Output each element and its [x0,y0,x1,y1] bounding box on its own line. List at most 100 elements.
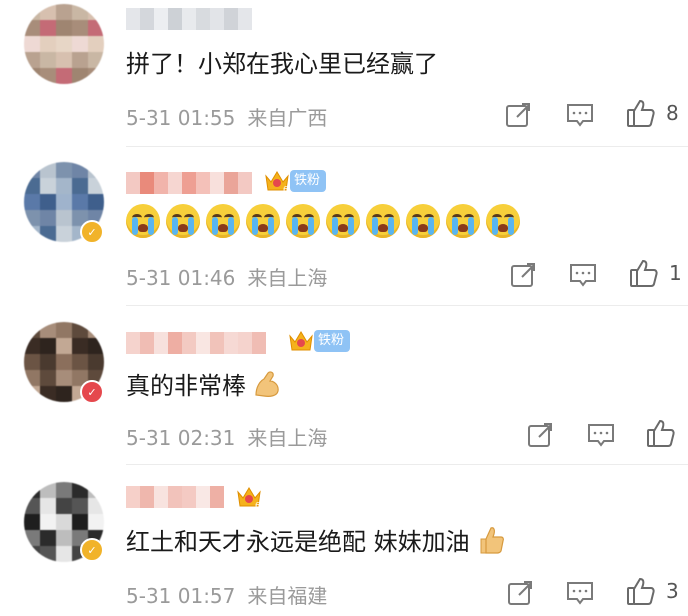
like-button[interactable]: 8 [626,99,679,127]
avatar-pixel [40,194,56,210]
avatar-pixel [72,354,88,370]
flexed-biceps-emoji [255,370,279,397]
avatar-pixel [72,68,88,84]
avatar-pixel [56,386,72,402]
username-blurred[interactable] [126,486,224,508]
thumbs-up-emoji [480,526,504,554]
comment-meta: 5-31 01:46 来自上海 [126,262,327,291]
username-pixel [126,172,140,194]
comment-time: 5-31 02:31 [126,426,236,450]
comment-button[interactable] [587,421,615,449]
avatar[interactable] [24,4,104,84]
avatar-pixel [24,36,40,52]
crown-icon: 6 [237,487,261,510]
username-pixel [140,332,154,354]
comment-icon [567,104,593,127]
crown-level: 6 [255,501,260,510]
avatar-pixel [40,482,56,498]
divider [126,464,688,465]
divider [126,305,688,306]
crying-face-emoji [286,204,320,238]
avatar-pixel [56,68,72,84]
like-count: 8 [666,101,679,125]
crying-face-emoji [126,204,160,238]
avatar-pixel [40,546,56,562]
username-pixel [252,332,266,354]
comment-time: 5-31 01:55 [126,106,236,130]
avatar-pixel [24,498,40,514]
username-pixel [182,486,196,508]
username-pixel [210,8,224,30]
share-icon [528,423,552,447]
username-blurred[interactable] [126,332,266,354]
avatar-pixel [24,338,40,354]
comment-icon [588,424,614,447]
username-pixel [224,332,238,354]
comment-location: 来自广西 [247,106,328,130]
thumbs-up-icon [627,99,655,127]
avatar-pixel [56,4,72,20]
comment-button[interactable] [566,101,594,129]
avatar-pixel [40,354,56,370]
crying-face-emoji [366,204,400,238]
avatar-pixel [72,338,88,354]
username-pixel [154,332,168,354]
like-count: 3 [666,579,679,603]
avatar-pixel [56,546,72,562]
avatar-pixel [88,20,104,36]
avatar-pixel [88,178,104,194]
avatar-pixel [40,226,56,242]
comment-item: ✓ 6 红土和天才永远是绝配 妹妹加油 5-31 01:57 来自福建 3 [0,470,688,616]
comment-meta: 5-31 01:57 来自福建 [126,580,327,609]
avatar-pixel [40,36,56,52]
avatar-pixel [88,4,104,20]
username-pixel [196,8,210,30]
like-button[interactable]: 1 [629,259,682,287]
avatar-pixel [88,52,104,68]
comment-button[interactable] [566,579,594,607]
avatar-pixel [24,210,40,226]
avatar-pixel [40,386,56,402]
username-pixel [182,172,196,194]
username-pixel [140,172,154,194]
username-pixel [126,332,140,354]
username-blurred[interactable] [126,172,252,194]
username-pixel [196,332,210,354]
comment-text: 真的非常棒 [126,372,246,400]
avatar-pixel [24,68,40,84]
username-blurred[interactable] [126,8,252,30]
thumbs-up-icon [627,577,655,605]
avatar-pixel [88,338,104,354]
like-button[interactable]: 3 [626,577,679,605]
verified-badge-icon: ✓ [80,538,104,562]
like-button[interactable] [646,419,676,447]
repost-button[interactable] [510,261,536,289]
avatar-pixel [56,530,72,546]
avatar-pixel [24,194,40,210]
avatar-pixel [56,514,72,530]
username-pixel [168,172,182,194]
avatar-pixel [40,370,56,386]
comment-text-row: 真的非常棒 [126,366,282,401]
username-pixel [210,486,224,508]
username-pixel [154,8,168,30]
like-count: 1 [669,261,682,285]
avatar-pixel [24,226,40,242]
avatar-pixel [56,370,72,386]
repost-button[interactable] [527,421,553,449]
comment-icon [567,582,593,605]
avatar-pixel [72,20,88,36]
username-pixel [238,8,252,30]
avatar-pixel [40,4,56,20]
avatar-pixel [72,178,88,194]
comment-item: ✓ 6 铁粉 5-31 01:46 来自上海 1 [0,150,688,306]
avatar-pixel [72,162,88,178]
repost-button[interactable] [507,579,533,607]
avatar-pixel [24,386,40,402]
repost-button[interactable] [505,101,531,129]
username-pixel [238,332,252,354]
avatar-pixel [88,194,104,210]
comment-button[interactable] [569,261,597,289]
comment-icon [570,264,596,287]
username-pixel [224,8,238,30]
